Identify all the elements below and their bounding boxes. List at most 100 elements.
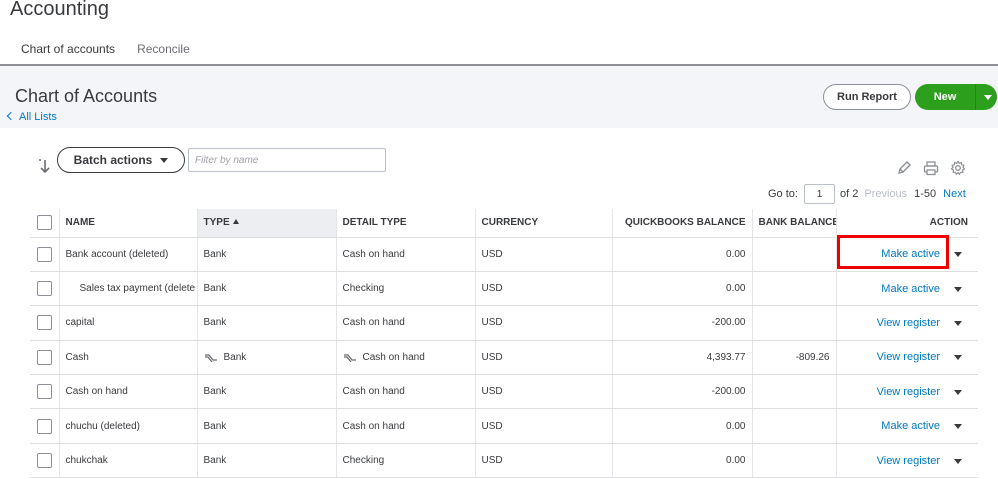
currency: USD	[474, 408, 612, 444]
bank-balance	[751, 271, 836, 307]
chevron-down-icon[interactable]	[954, 355, 962, 361]
page-range: 1-50	[914, 188, 937, 200]
quickbooks-balance: 0.00	[611, 271, 752, 307]
page-title: Chart of Accounts	[15, 86, 158, 106]
action-cell: View register	[835, 305, 978, 341]
all-lists-label: All Lists	[19, 111, 57, 123]
account-type-cell: Bank	[196, 340, 336, 376]
bank-feed-link-icon	[343, 354, 356, 362]
quickbooks-balance: -200.00	[611, 374, 752, 410]
make-active-link[interactable]: Make active	[881, 420, 940, 432]
batch-actions-button[interactable]: Batch actions	[57, 147, 185, 173]
chevron-down-icon[interactable]	[954, 424, 962, 430]
collapse-arrow-icon[interactable]	[38, 158, 52, 174]
account-type: Bank	[196, 271, 336, 307]
row-checkbox[interactable]	[37, 281, 52, 297]
account-type: Bank	[223, 351, 247, 363]
make-active-link[interactable]: Make active	[881, 283, 940, 295]
detail-type: Cash on hand	[335, 237, 475, 272]
table-row: Cash Bank Cash on hand USD 4,393.77 -809…	[30, 340, 978, 376]
column-header-type[interactable]: TYPE	[196, 209, 336, 238]
table-row: chukchak Bank Checking USD 0.00 View reg…	[30, 443, 978, 479]
quickbooks-balance: -200.00	[611, 305, 752, 341]
bank-balance	[751, 237, 836, 272]
account-name: chukchak	[58, 443, 197, 479]
table-row: Sales tax payment (delete Bank Checking …	[30, 271, 978, 307]
view-register-link[interactable]: View register	[877, 386, 940, 398]
gear-icon[interactable]	[950, 160, 966, 176]
new-dropdown-icon[interactable]	[984, 94, 992, 100]
bank-balance	[751, 408, 836, 444]
previous-page-link[interactable]: Previous	[864, 188, 907, 200]
action-cell: Make active	[835, 408, 978, 444]
select-all-cell	[30, 209, 59, 238]
row-checkbox[interactable]	[37, 418, 52, 434]
accounts-table: NAME TYPE DETAIL TYPE CURRENCY QUICKBOOK…	[30, 209, 978, 479]
view-register-link[interactable]: View register	[877, 455, 940, 467]
table-header-row: NAME TYPE DETAIL TYPE CURRENCY QUICKBOOK…	[30, 209, 978, 238]
chevron-down-icon[interactable]	[954, 320, 962, 326]
new-button[interactable]: New	[915, 84, 997, 110]
page-count: of 2	[839, 188, 859, 200]
printer-icon[interactable]	[923, 160, 939, 176]
row-checkbox[interactable]	[37, 453, 52, 469]
select-all-checkbox[interactable]	[37, 215, 52, 231]
view-register-link[interactable]: View register	[877, 351, 940, 363]
column-header-type-label: TYPE	[203, 217, 230, 229]
pencil-icon[interactable]	[896, 160, 912, 176]
next-page-link[interactable]: Next	[943, 188, 966, 200]
currency: USD	[474, 374, 612, 410]
action-cell: View register	[835, 374, 978, 410]
column-header-action: ACTION	[835, 209, 978, 238]
column-header-currency[interactable]: CURRENCY	[474, 209, 612, 238]
quickbooks-balance: 4,393.77	[611, 340, 752, 376]
account-name-cell: Sales tax payment (delete	[58, 271, 197, 307]
table-row: chuchu (deleted) Bank Cash on hand USD 0…	[30, 408, 978, 444]
chevron-down-icon	[160, 157, 169, 163]
divider	[975, 84, 976, 110]
row-select-cell	[30, 237, 59, 272]
account-type: Bank	[196, 374, 336, 410]
table-row: Bank account (deleted) Bank Cash on hand…	[30, 237, 978, 272]
account-type: Bank	[196, 305, 336, 341]
row-checkbox[interactable]	[37, 349, 52, 365]
chevron-down-icon[interactable]	[954, 252, 962, 258]
row-checkbox[interactable]	[37, 384, 52, 400]
row-checkbox[interactable]	[37, 246, 52, 262]
chevron-down-icon[interactable]	[954, 389, 962, 395]
filter-by-name-input[interactable]	[188, 148, 386, 172]
action-cell: Make active	[835, 271, 978, 307]
app-root: Accounting Chart of accounts Reconcile C…	[0, 0, 998, 479]
table-row: capital Bank Cash on hand USD -200.00 Vi…	[30, 305, 978, 341]
app-title: Accounting	[10, 0, 109, 20]
detail-type: Checking	[335, 443, 475, 479]
page-header: Chart of Accounts All Lists Run Report N…	[0, 66, 998, 128]
view-register-link[interactable]: View register	[877, 317, 940, 329]
new-button-label: New	[933, 91, 957, 103]
all-lists-link[interactable]: All Lists	[6, 111, 57, 123]
quickbooks-balance: 0.00	[611, 408, 752, 444]
row-select-cell	[30, 271, 59, 307]
column-header-quickbooks-balance[interactable]: QUICKBOOKS BALANCE	[611, 209, 752, 238]
bank-balance: -809.26	[751, 340, 836, 376]
column-header-name[interactable]: NAME	[58, 209, 197, 238]
bank-balance	[751, 374, 836, 410]
column-header-detail-type[interactable]: DETAIL TYPE	[335, 209, 475, 238]
bank-balance	[751, 443, 836, 479]
batch-actions-label: Batch actions	[73, 153, 153, 167]
page-number-input[interactable]	[803, 184, 835, 204]
top-bar: Accounting Chart of accounts Reconcile	[0, 0, 998, 69]
bank-feed-link-icon	[204, 354, 217, 362]
account-name: Cash	[58, 340, 197, 376]
run-report-button[interactable]: Run Report	[823, 84, 911, 110]
column-header-bank-balance[interactable]: BANK BALANCE	[751, 209, 836, 238]
chevron-down-icon[interactable]	[954, 286, 962, 292]
detail-type: Cash on hand	[335, 408, 475, 444]
detail-type: Cash on hand	[362, 351, 425, 363]
quickbooks-balance: 0.00	[611, 443, 752, 479]
row-checkbox[interactable]	[37, 315, 52, 331]
row-select-cell	[30, 340, 59, 376]
account-name: Cash on hand	[58, 374, 197, 410]
chevron-down-icon[interactable]	[954, 458, 962, 464]
highlight-box	[837, 235, 949, 269]
